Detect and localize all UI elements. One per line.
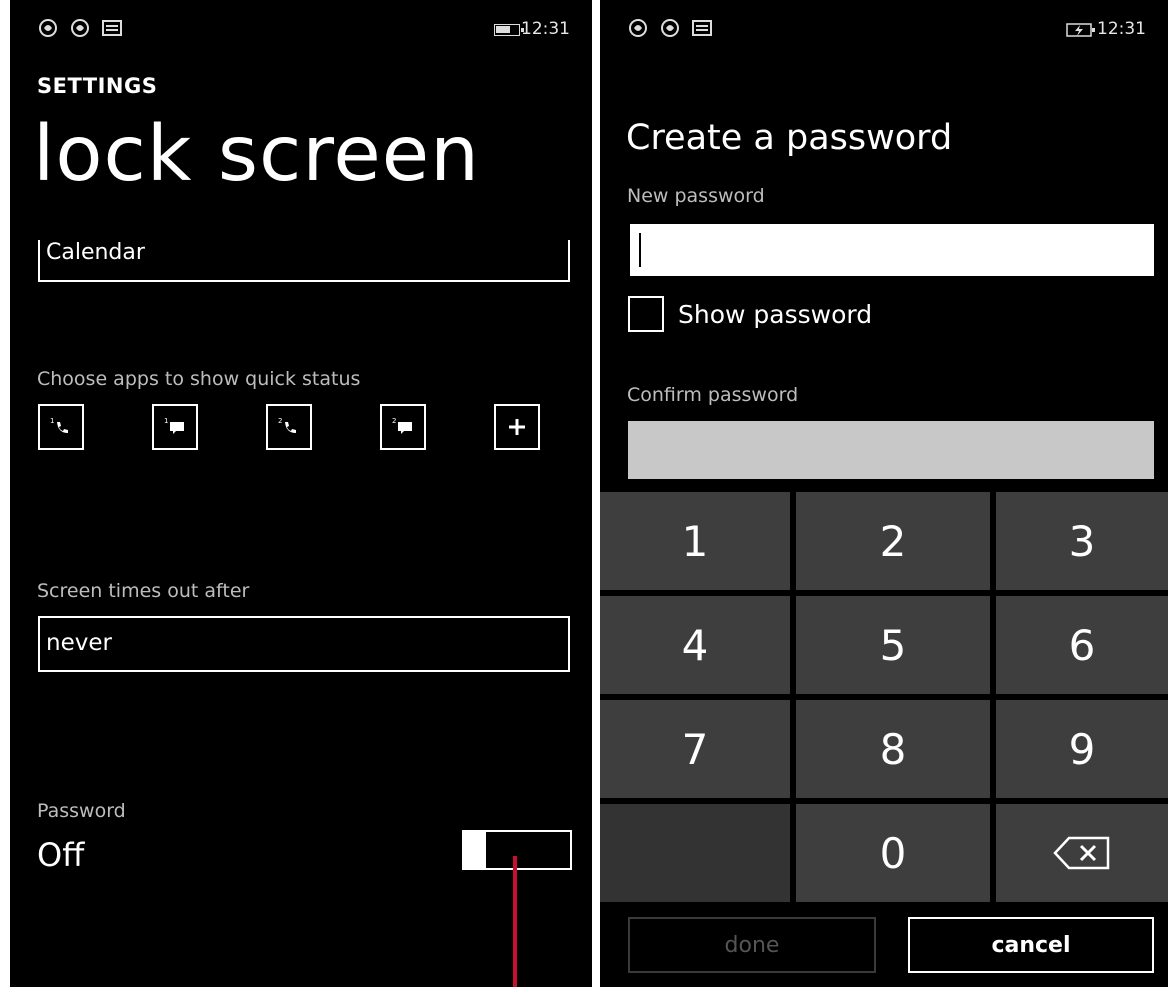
quick-status-row: 1 1 2 2 (38, 404, 568, 452)
page-title: lock screen (33, 110, 480, 199)
quick-status-add[interactable] (494, 404, 540, 450)
key-5[interactable]: 5 (796, 596, 990, 694)
show-password-row[interactable]: Show password (628, 296, 872, 332)
key-8[interactable]: 8 (796, 700, 990, 798)
confirm-password-label: Confirm password (627, 384, 799, 406)
quick-status-label: Choose apps to show quick status (37, 368, 361, 390)
quick-status-message-2[interactable]: 2 (380, 404, 426, 450)
sim-1-icon (629, 19, 647, 37)
toggle-knob[interactable] (462, 830, 486, 870)
svg-text:2: 2 (392, 417, 396, 425)
cancel-button[interactable]: cancel (908, 917, 1154, 973)
status-bar: 12:31 (10, 16, 592, 44)
calendar-selector[interactable]: Calendar (38, 240, 570, 282)
quick-status-phone-2[interactable]: 2 (266, 404, 312, 450)
svg-text:2: 2 (278, 417, 282, 425)
quick-status-phone-1[interactable]: 1 (38, 404, 84, 450)
message-notification-icon (692, 20, 712, 36)
show-password-checkbox[interactable] (628, 296, 664, 332)
done-button[interactable]: done (628, 917, 876, 973)
status-time: 12:31 (521, 19, 570, 39)
status-time: 12:31 (1097, 19, 1146, 39)
confirm-password-field[interactable] (628, 421, 1154, 479)
new-password-label: New password (627, 185, 765, 207)
key-3[interactable]: 3 (996, 492, 1168, 590)
battery-charging-icon (1066, 23, 1095, 37)
plus-icon (509, 419, 525, 435)
key-7[interactable]: 7 (600, 700, 790, 798)
lock-screen-settings: 12:31 SETTINGS lock screen Calendar Choo… (10, 0, 592, 987)
timeout-label: Screen times out after (37, 580, 250, 602)
message-2-icon: 2 (392, 417, 412, 434)
annotation-pointer (513, 856, 517, 987)
sim-1-icon (39, 19, 57, 37)
key-0[interactable]: 0 (796, 804, 990, 902)
key-6[interactable]: 6 (996, 596, 1168, 694)
message-notification-icon (102, 20, 122, 36)
show-password-label: Show password (678, 299, 873, 329)
battery-icon (494, 24, 524, 36)
key-backspace[interactable] (996, 804, 1168, 902)
settings-caption: SETTINGS (37, 74, 158, 98)
key-blank (600, 804, 790, 902)
sim-2-icon (661, 19, 679, 37)
page-title: Create a password (626, 118, 953, 158)
message-1-icon: 1 (164, 417, 184, 434)
key-2[interactable]: 2 (796, 492, 990, 590)
password-label: Password (37, 800, 126, 822)
timeout-selector[interactable]: never (38, 616, 570, 672)
backspace-icon (1053, 836, 1110, 870)
sim-2-icon (71, 19, 89, 37)
phone-1-icon: 1 (50, 417, 68, 433)
new-password-field[interactable] (630, 224, 1154, 276)
password-toggle[interactable] (462, 830, 572, 870)
timeout-value: never (46, 630, 112, 656)
text-caret (639, 233, 641, 267)
password-state: Off (37, 836, 85, 874)
svg-text:1: 1 (50, 417, 54, 425)
status-bar: 12:31 (600, 16, 1168, 44)
quick-status-message-1[interactable]: 1 (152, 404, 198, 450)
key-1[interactable]: 1 (600, 492, 790, 590)
calendar-value: Calendar (46, 240, 145, 265)
key-4[interactable]: 4 (600, 596, 790, 694)
phone-2-icon: 2 (278, 417, 296, 433)
create-password-screen: 12:31 Create a password New password Sho… (600, 0, 1168, 987)
svg-text:1: 1 (164, 417, 168, 425)
key-9[interactable]: 9 (996, 700, 1168, 798)
